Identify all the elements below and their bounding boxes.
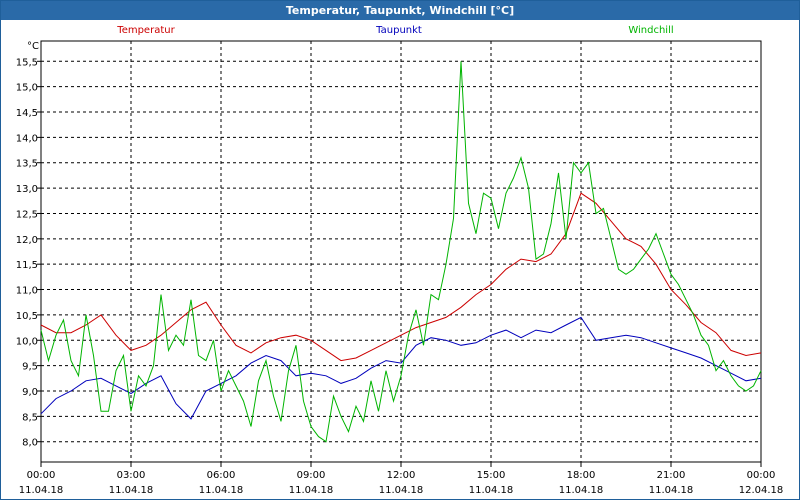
y-tick-label: 15,5 (16, 57, 38, 68)
y-tick-label: 8,0 (22, 438, 38, 449)
y-tick-label: 14,0 (16, 133, 38, 144)
x-tick-label-time: 12:00 (387, 470, 416, 481)
x-tick-label-date: 11.04.18 (19, 485, 64, 496)
y-tick-label: 11,5 (16, 260, 38, 271)
x-tick-label-time: 15:00 (477, 470, 506, 481)
x-tick-label-time: 06:00 (207, 470, 236, 481)
y-tick-label: 10,0 (16, 336, 38, 347)
x-tick-label-date: 11.04.18 (649, 485, 694, 496)
y-tick-label: 10,5 (16, 311, 38, 322)
y-tick-label: 15,0 (16, 83, 38, 94)
legend-entry-windchill: Windchill (628, 25, 673, 36)
y-tick-label: 9,0 (22, 387, 38, 398)
x-tick-label-time: 00:00 (27, 470, 56, 481)
legend-entry-temperatur: Temperatur (116, 25, 175, 36)
x-tick-label-time: 09:00 (297, 470, 326, 481)
y-tick-label: 11,0 (16, 286, 38, 297)
x-tick-label-date: 11.04.18 (469, 485, 514, 496)
line-chart: 8,0 8,5 9,0 9,5 10,0 10,5 11,0 11,5 12,0 12,5 13,0… (16, 25, 784, 496)
x-tick-label-date: 11.04.18 (559, 485, 604, 496)
window-title: Temperatur, Taupunkt, Windchill [°C] (1, 1, 799, 20)
chart-window: Temperatur, Taupunkt, Windchill [°C] 8,0… (0, 0, 800, 500)
y-axis-unit: °C (27, 41, 39, 52)
x-tick-label-time: 03:00 (117, 470, 146, 481)
y-tick-label: 12,5 (16, 209, 38, 220)
y-tick-label: 8,5 (22, 412, 38, 423)
y-tick-label: 13,0 (16, 184, 38, 195)
x-tick-label-date: 11.04.18 (199, 485, 244, 496)
y-tick-label: 14,5 (16, 108, 38, 119)
x-tick-label-date: 11.04.18 (289, 485, 334, 496)
x-tick-label-time: 18:00 (567, 470, 596, 481)
x-tick-label-time: 00:00 (747, 470, 776, 481)
x-tick-label-date: 11.04.18 (379, 485, 424, 496)
y-tick-label: 12,0 (16, 235, 38, 246)
x-tick-label-time: 21:00 (657, 470, 686, 481)
x-tick-label-date: 12.04.18 (739, 485, 784, 496)
x-tick-label-date: 11.04.18 (109, 485, 154, 496)
y-tick-label: 9,5 (22, 362, 38, 373)
y-tick-label: 13,5 (16, 159, 38, 170)
legend-entry-taupunkt: Taupunkt (375, 25, 422, 36)
